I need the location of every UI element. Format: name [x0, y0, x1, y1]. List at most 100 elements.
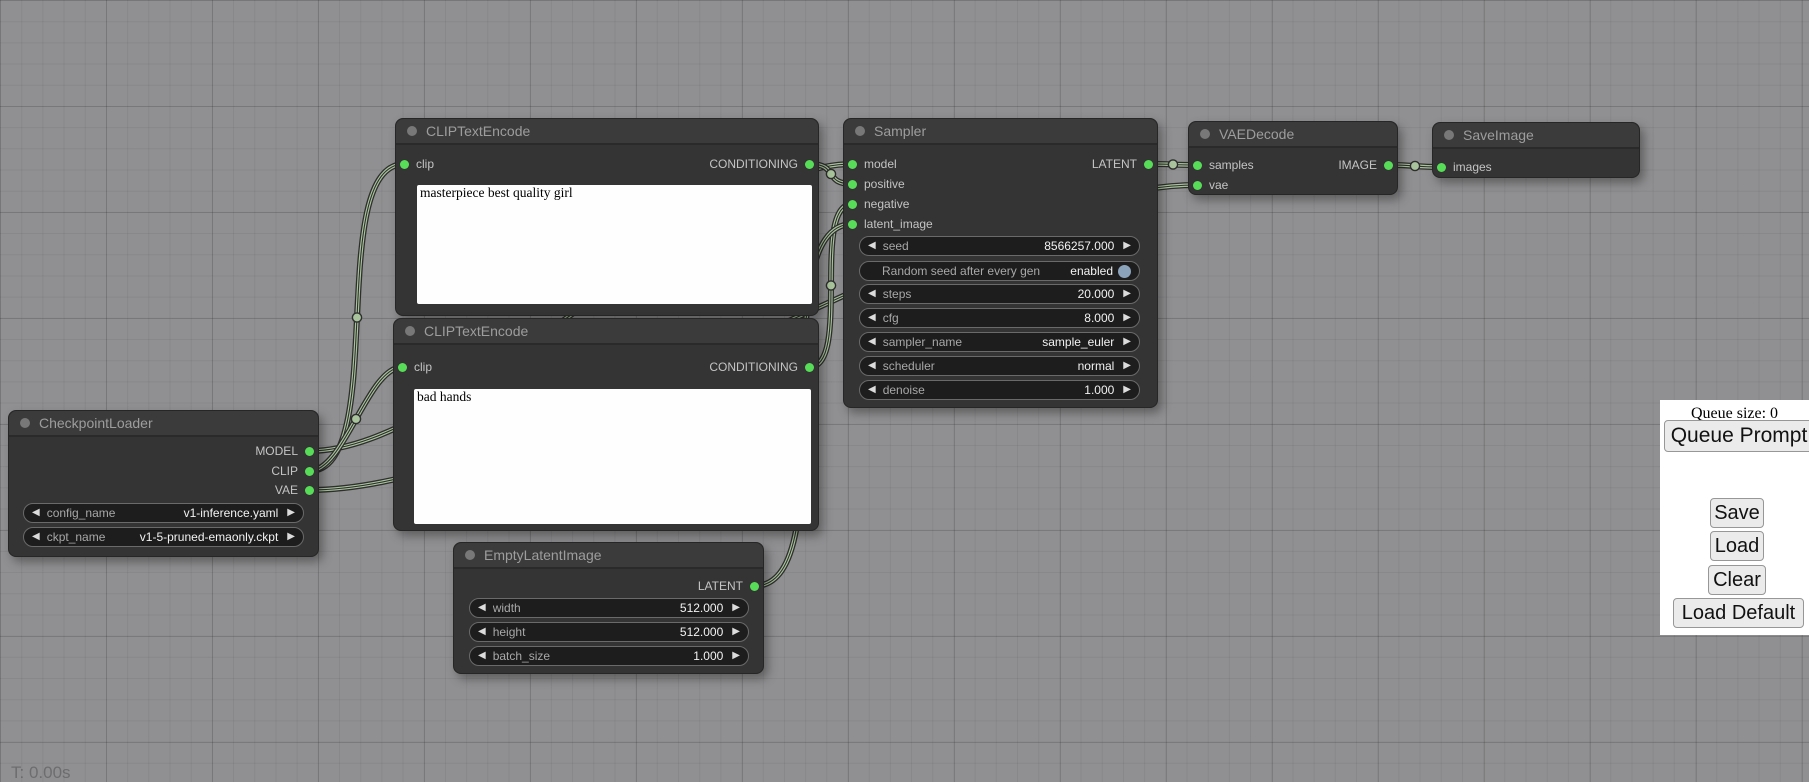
node-collapse-dot-icon[interactable] — [405, 326, 415, 336]
node-title-bar[interactable]: EmptyLatentImage — [454, 543, 763, 569]
latent-output-dot[interactable] — [1144, 160, 1153, 169]
increment-arrow-icon[interactable]: ▶ — [732, 651, 740, 661]
conditioning-output-dot[interactable] — [805, 363, 814, 372]
increment-arrow-icon[interactable]: ▶ — [1123, 289, 1131, 299]
increment-arrow-icon[interactable]: ▶ — [1123, 361, 1131, 371]
config-name-widget[interactable]: ◀ config_name v1-inference.yaml ▶ — [23, 503, 304, 523]
clip-input-dot[interactable] — [400, 160, 409, 169]
image-output-dot[interactable] — [1384, 161, 1393, 170]
decrement-arrow-icon[interactable]: ◀ — [868, 241, 876, 251]
node-title: CheckpointLoader — [39, 415, 153, 431]
input-label: latent_image — [864, 217, 933, 231]
node-collapse-dot-icon[interactable] — [407, 126, 417, 136]
ckpt-name-widget[interactable]: ◀ ckpt_name v1-5-pruned-emaonly.ckpt ▶ — [23, 527, 304, 547]
queue-prompt-button[interactable]: Queue Prompt — [1664, 420, 1809, 452]
output-port-conditioning: CONDITIONING — [709, 360, 814, 374]
samples-input-dot[interactable] — [1193, 161, 1202, 170]
output-label: VAE — [275, 483, 298, 497]
widget-label: cfg — [883, 311, 1085, 325]
node-title-bar[interactable]: CLIPTextEncode — [396, 119, 818, 145]
cfg-widget[interactable]: ◀ cfg 8.000 ▶ — [859, 308, 1140, 328]
input-port-latent-image: latent_image — [848, 217, 933, 231]
latent-image-input-dot[interactable] — [848, 220, 857, 229]
decrement-arrow-icon[interactable]: ◀ — [868, 361, 876, 371]
positive-input-dot[interactable] — [848, 180, 857, 189]
node-collapse-dot-icon[interactable] — [855, 126, 865, 136]
positive-prompt-textarea[interactable]: masterpiece best quality girl — [417, 185, 812, 304]
input-port-samples: samples — [1193, 158, 1254, 172]
widget-label: height — [493, 625, 680, 639]
node-collapse-dot-icon[interactable] — [1200, 129, 1210, 139]
output-label: LATENT — [1092, 157, 1137, 171]
clip-input-dot[interactable] — [398, 363, 407, 372]
increment-arrow-icon[interactable]: ▶ — [732, 603, 740, 613]
clip-output-dot[interactable] — [305, 467, 314, 476]
decrement-arrow-icon[interactable]: ◀ — [868, 385, 876, 395]
increment-arrow-icon[interactable]: ▶ — [287, 508, 295, 518]
batch-size-widget[interactable]: ◀ batch_size 1.000 ▶ — [469, 646, 749, 666]
model-input-dot[interactable] — [848, 160, 857, 169]
increment-arrow-icon[interactable]: ▶ — [732, 627, 740, 637]
decrement-arrow-icon[interactable]: ◀ — [32, 532, 40, 542]
scheduler-widget[interactable]: ◀ scheduler normal ▶ — [859, 356, 1140, 376]
steps-widget[interactable]: ◀ steps 20.000 ▶ — [859, 284, 1140, 304]
increment-arrow-icon[interactable]: ▶ — [1123, 337, 1131, 347]
node-checkpoint-loader[interactable]: CheckpointLoader MODEL CLIP VAE ◀ config… — [8, 410, 319, 557]
node-title-bar[interactable]: SaveImage — [1433, 123, 1639, 149]
node-collapse-dot-icon[interactable] — [465, 550, 475, 560]
conditioning-output-dot[interactable] — [805, 160, 814, 169]
images-input-dot[interactable] — [1437, 163, 1446, 172]
sampler-name-widget[interactable]: ◀ sampler_name sample_euler ▶ — [859, 332, 1140, 352]
widget-value: enabled — [1070, 264, 1113, 278]
node-title-bar[interactable]: Sampler — [844, 119, 1157, 145]
increment-arrow-icon[interactable]: ▶ — [1123, 241, 1131, 251]
input-label: negative — [864, 197, 909, 211]
output-port-vae: VAE — [275, 483, 314, 497]
node-graph-canvas[interactable]: T: 0.00s CheckpointLoader MODEL CLIP VAE… — [0, 0, 1809, 782]
widget-value: 8566257.000 — [1044, 239, 1114, 253]
clear-button[interactable]: Clear — [1708, 565, 1766, 595]
save-button[interactable]: Save — [1710, 498, 1764, 528]
negative-prompt-textarea[interactable]: bad hands — [414, 389, 811, 524]
toggle-dot-icon[interactable] — [1118, 265, 1131, 278]
load-button[interactable]: Load — [1710, 531, 1764, 561]
node-collapse-dot-icon[interactable] — [20, 418, 30, 428]
vae-input-dot[interactable] — [1193, 181, 1202, 190]
widget-label: ckpt_name — [47, 530, 140, 544]
node-vae-decode[interactable]: VAEDecode samples vae IMAGE — [1188, 121, 1398, 195]
node-collapse-dot-icon[interactable] — [1444, 130, 1454, 140]
height-widget[interactable]: ◀ height 512.000 ▶ — [469, 622, 749, 642]
vae-output-dot[interactable] — [305, 486, 314, 495]
width-widget[interactable]: ◀ width 512.000 ▶ — [469, 598, 749, 618]
denoise-widget[interactable]: ◀ denoise 1.000 ▶ — [859, 380, 1140, 400]
input-port-images: images — [1437, 160, 1492, 174]
increment-arrow-icon[interactable]: ▶ — [1123, 313, 1131, 323]
seed-widget[interactable]: ◀ seed 8566257.000 ▶ — [859, 236, 1140, 256]
node-save-image[interactable]: SaveImage images — [1432, 122, 1640, 178]
decrement-arrow-icon[interactable]: ◀ — [478, 603, 486, 613]
node-clip-text-encode-negative[interactable]: CLIPTextEncode clip CONDITIONING bad han… — [393, 318, 819, 531]
model-output-dot[interactable] — [305, 447, 314, 456]
widget-value: sample_euler — [1042, 335, 1114, 349]
latent-output-dot[interactable] — [750, 582, 759, 591]
increment-arrow-icon[interactable]: ▶ — [287, 532, 295, 542]
decrement-arrow-icon[interactable]: ◀ — [478, 651, 486, 661]
decrement-arrow-icon[interactable]: ◀ — [868, 337, 876, 347]
output-label: MODEL — [255, 444, 298, 458]
node-title-bar[interactable]: VAEDecode — [1189, 122, 1397, 148]
decrement-arrow-icon[interactable]: ◀ — [868, 289, 876, 299]
widget-value: v1-inference.yaml — [184, 506, 279, 520]
random-seed-toggle-widget[interactable]: Random seed after every gen enabled — [859, 261, 1140, 281]
output-port-clip: CLIP — [271, 464, 314, 478]
node-title-bar[interactable]: CLIPTextEncode — [394, 319, 818, 345]
load-default-button[interactable]: Load Default — [1673, 598, 1804, 628]
node-sampler[interactable]: Sampler model positive negative latent_i… — [843, 118, 1158, 408]
increment-arrow-icon[interactable]: ▶ — [1123, 385, 1131, 395]
node-empty-latent-image[interactable]: EmptyLatentImage LATENT ◀ width 512.000 … — [453, 542, 764, 674]
decrement-arrow-icon[interactable]: ◀ — [32, 508, 40, 518]
node-clip-text-encode-positive[interactable]: CLIPTextEncode clip CONDITIONING masterp… — [395, 118, 819, 316]
negative-input-dot[interactable] — [848, 200, 857, 209]
decrement-arrow-icon[interactable]: ◀ — [868, 313, 876, 323]
decrement-arrow-icon[interactable]: ◀ — [478, 627, 486, 637]
node-title-bar[interactable]: CheckpointLoader — [9, 411, 318, 437]
